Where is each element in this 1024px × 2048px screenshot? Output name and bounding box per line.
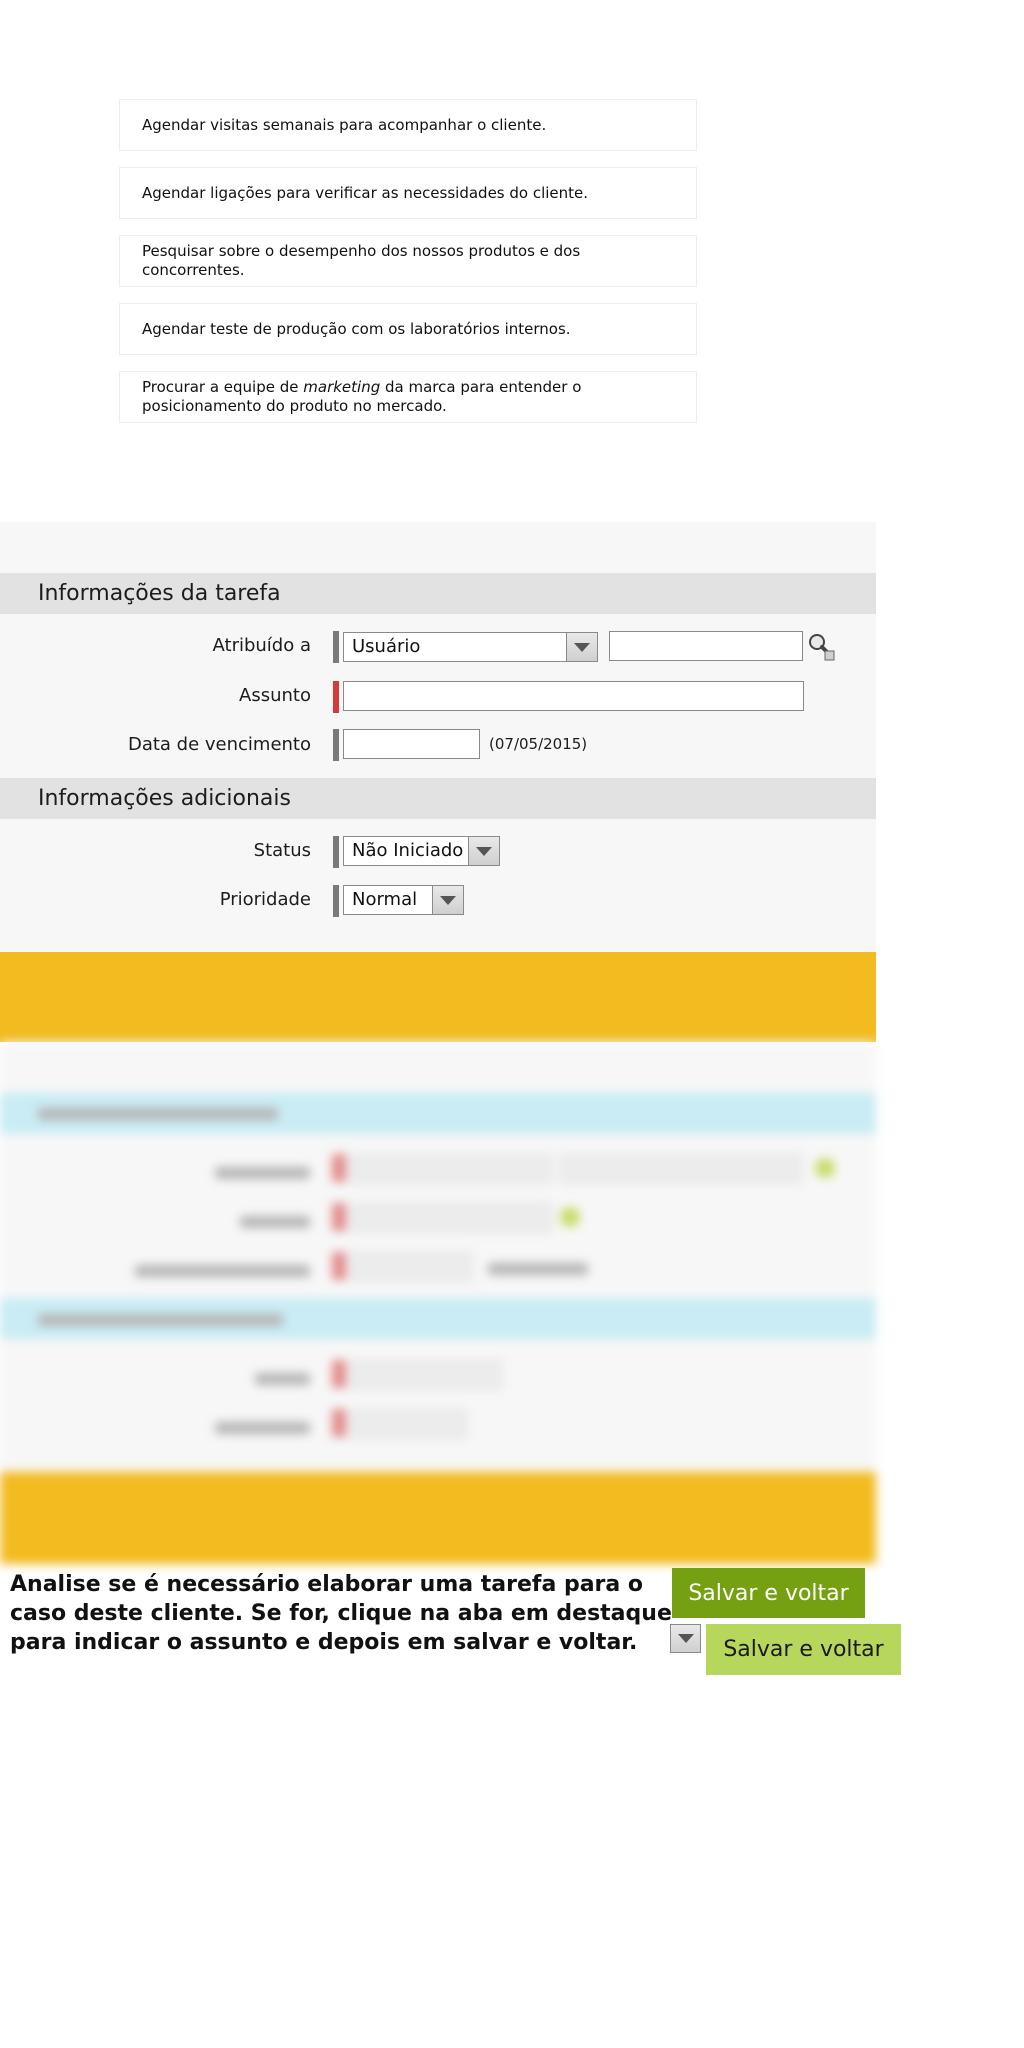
required-indicator [333,836,339,868]
option-card-3[interactable]: Pesquisar sobre o desempenho dos nossos … [119,235,697,287]
chevron-down-icon[interactable] [566,633,597,661]
highlight-band [0,952,876,1042]
blurred-form-preview [0,1042,876,1564]
chevron-down-icon[interactable] [468,837,499,865]
option-text-part: Procurar a equipe de [142,378,304,396]
assigned-label: Atribuído a [212,635,311,656]
status-select[interactable]: Não Iniciado [343,836,500,866]
chevron-down-icon[interactable] [432,886,463,914]
due-date-label: Data de vencimento [127,734,311,755]
section-additional-info: Informações adicionais [0,778,876,819]
option-card-4[interactable]: Agendar teste de produção com os laborat… [119,303,697,355]
status-value: Não Iniciado [352,840,464,861]
due-date-hint[interactable]: (07/05/2015) [489,735,587,753]
section-task-info: Informações da tarefa [0,573,876,614]
assigned-type-value: Usuário [352,636,421,657]
required-indicator [333,681,339,713]
option-card-2[interactable]: Agendar ligações para verificar as neces… [119,167,697,219]
option-text: Pesquisar sobre o desempenho dos nossos … [142,242,581,279]
dropdown-toggle[interactable] [670,1624,701,1653]
due-date-input[interactable] [343,729,480,759]
required-indicator [333,885,339,917]
required-indicator [333,729,339,761]
priority-value: Normal [352,889,418,910]
option-card-5[interactable]: Procurar a equipe de marketing da marca … [119,371,697,423]
option-card-1[interactable]: Agendar visitas semanais para acompanhar… [119,99,697,151]
priority-select[interactable]: Normal [343,885,464,915]
option-text-emphasis: marketing [303,378,381,396]
option-text: Agendar visitas semanais para acompanhar… [142,115,547,134]
chevron-down-icon [677,1634,694,1643]
save-and-return-button[interactable]: Salvar e voltar [672,1568,865,1618]
option-text: Agendar ligações para verificar as neces… [142,183,589,202]
option-text: Procurar a equipe de marketing da marca … [142,378,674,416]
save-and-return-button-alt[interactable]: Salvar e voltar [706,1624,901,1675]
status-label: Status [253,840,311,861]
lookup-magnifier-icon[interactable] [806,632,836,662]
instruction-text: Analise se é necessário elaborar uma tar… [10,1572,672,1655]
option-text: Agendar teste de produção com os laborat… [142,319,571,338]
priority-label: Prioridade [219,889,311,910]
required-indicator [333,631,339,663]
assigned-user-input[interactable] [609,631,803,661]
assigned-type-select[interactable]: Usuário [343,632,598,662]
subject-label: Assunto [239,685,311,706]
subject-input[interactable] [343,681,804,711]
